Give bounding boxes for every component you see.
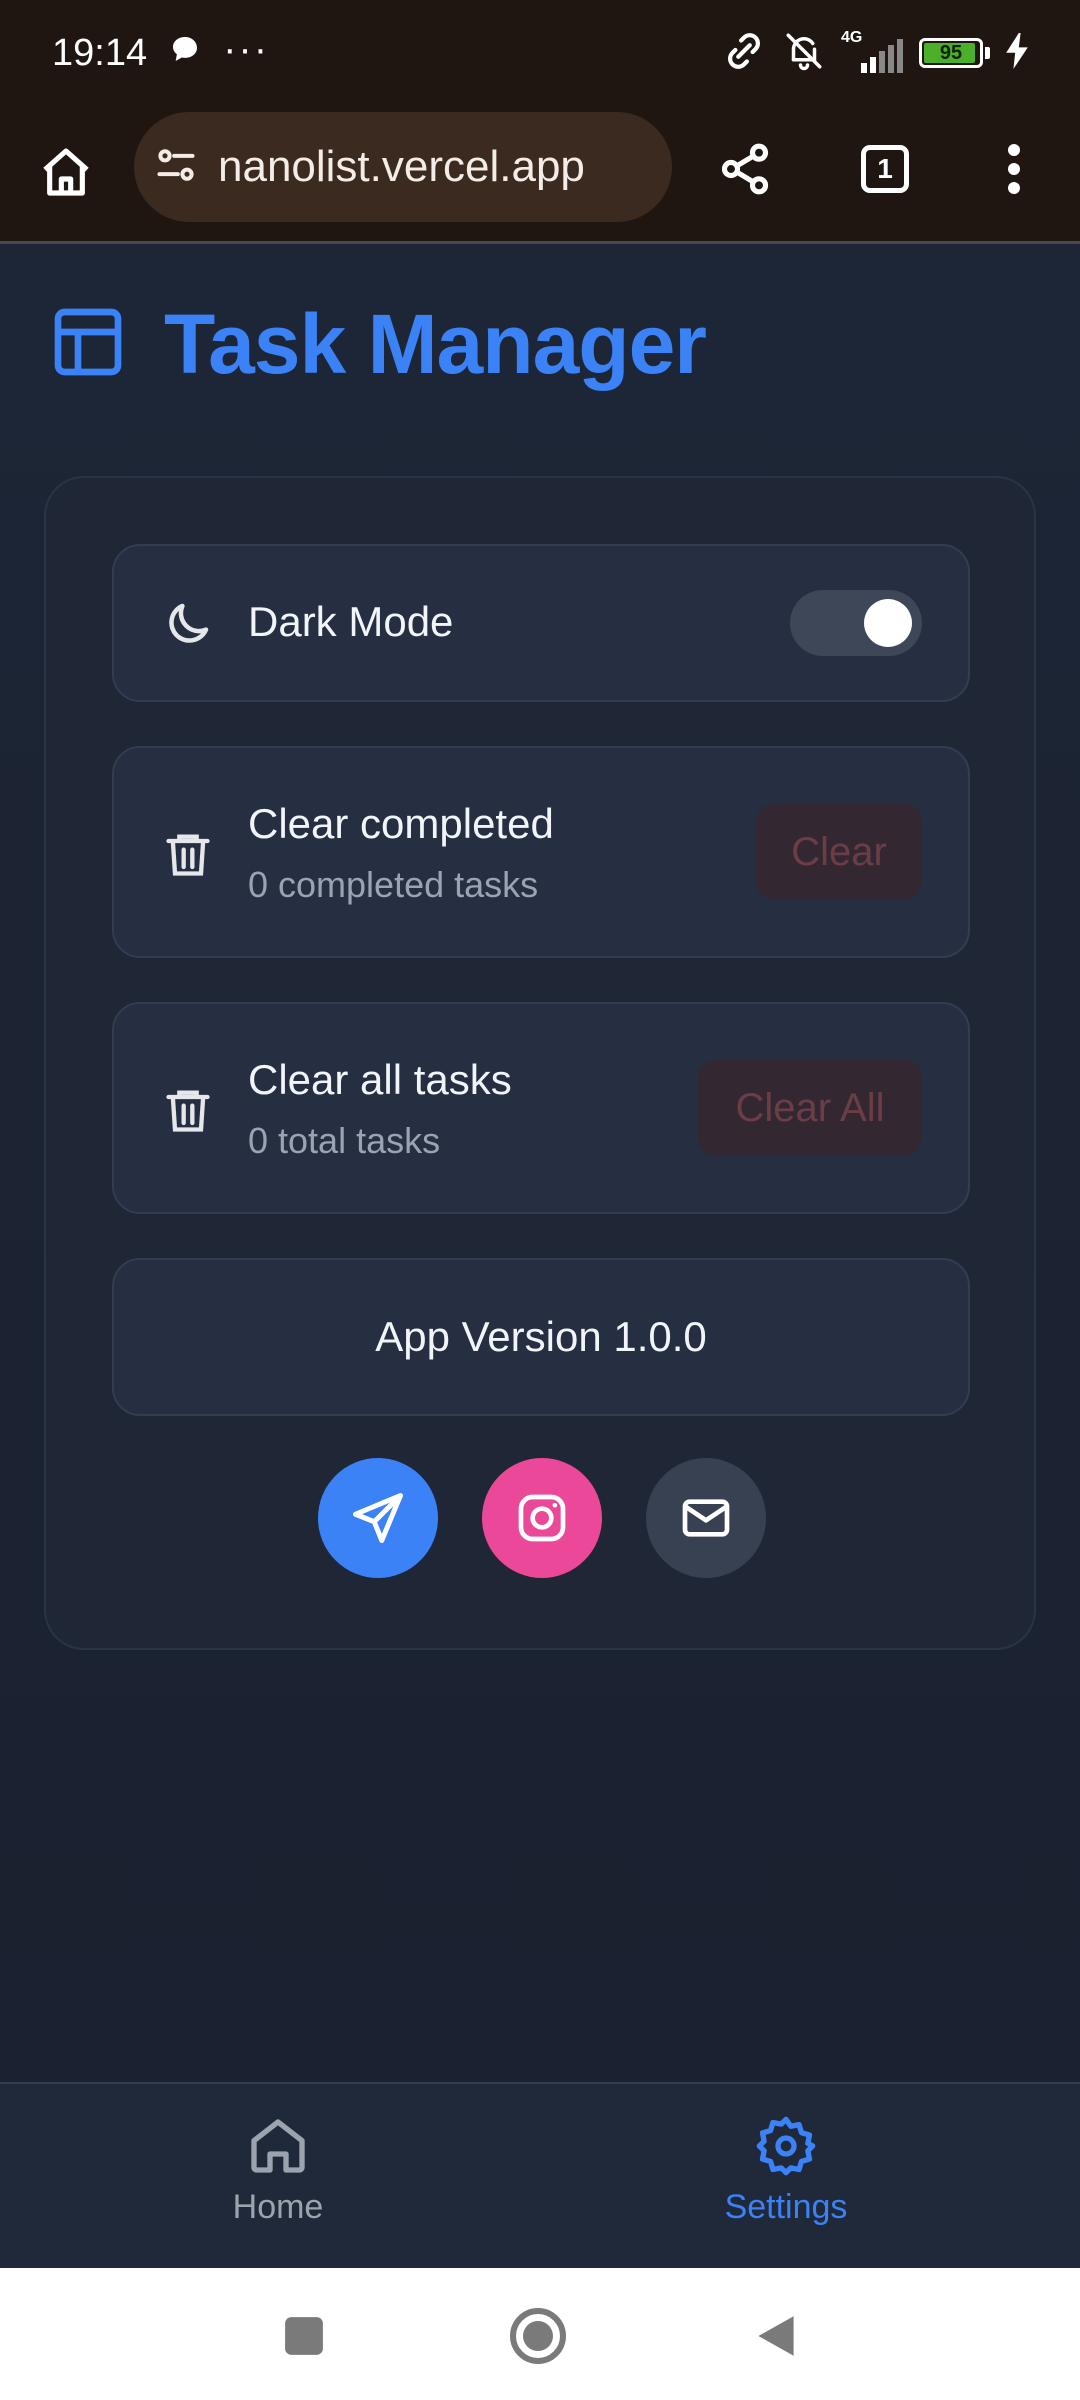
version-row: App Version 1.0.0: [112, 1258, 970, 1416]
clear-completed-row: Clear completed 0 completed tasks Clear: [112, 746, 970, 958]
clear-all-button[interactable]: Clear All: [698, 1060, 922, 1156]
mail-icon: [682, 1499, 730, 1537]
square-icon: [285, 2317, 323, 2355]
settings-card: Dark Mode Clear completed 0 completed ta…: [44, 476, 1036, 1650]
social-links: [46, 1458, 1038, 1578]
app-content: Task Manager Dark Mode Clear completed 0…: [0, 244, 1080, 2082]
screen: 19:14 ··· 4G 95 nanolist.vercel.app 1 Ta…: [0, 0, 1080, 2400]
bell-off-icon: [783, 30, 825, 77]
toggle-knob: [864, 599, 912, 647]
trash-icon: [160, 1082, 216, 1138]
layout-icon: [48, 302, 128, 387]
battery-cap: [985, 47, 990, 59]
app-title: Task Manager: [164, 297, 707, 391]
instagram-button[interactable]: [482, 1458, 602, 1578]
instagram-icon: [518, 1494, 566, 1542]
app-header: Task Manager: [48, 296, 707, 393]
url-text: nanolist.vercel.app: [218, 142, 585, 191]
tab-count: 1: [861, 145, 909, 193]
completed-count: 0 completed tasks: [248, 864, 539, 905]
home-icon: [43, 148, 89, 196]
chat-bubble-icon: [169, 32, 201, 75]
app-version: App Version 1.0.0: [375, 1313, 707, 1360]
moon-icon: [160, 596, 216, 652]
address-bar[interactable]: nanolist.vercel.app: [134, 112, 672, 222]
share-button[interactable]: [712, 136, 778, 202]
nav-settings[interactable]: Settings: [686, 2114, 886, 2227]
nav-home-label: Home: [232, 2188, 324, 2226]
system-back-button[interactable]: [746, 2306, 806, 2366]
dark-mode-toggle[interactable]: [790, 590, 922, 656]
total-count: 0 total tasks: [248, 1120, 441, 1161]
charging-icon: [1006, 32, 1028, 74]
share-icon: [721, 143, 769, 195]
network-type: 4G: [841, 29, 863, 46]
send-icon: [353, 1493, 403, 1543]
more-vertical-icon: [1008, 144, 1020, 194]
clear-completed-label: Clear completed: [248, 800, 554, 847]
clear-all-row: Clear all tasks 0 total tasks Clear All: [112, 1002, 970, 1214]
status-right: 4G 95: [721, 28, 1028, 79]
home-icon: [251, 2119, 305, 2173]
link-icon: [721, 28, 767, 79]
nav-home[interactable]: Home: [178, 2114, 378, 2227]
status-bar: 19:14 ··· 4G 95: [0, 0, 1080, 106]
battery-icon: 95: [919, 38, 983, 68]
more-notifications: ···: [223, 26, 270, 71]
clock: 19:14: [52, 31, 148, 74]
back-triangle-icon: [758, 2316, 794, 2356]
system-home-button[interactable]: [508, 2306, 568, 2366]
circle-home-icon: [510, 2308, 566, 2364]
clear-all-label: Clear all tasks: [248, 1056, 512, 1103]
site-settings-icon[interactable]: [154, 143, 198, 192]
bottom-navigation: Home Settings: [0, 2082, 1080, 2268]
telegram-button[interactable]: [318, 1458, 438, 1578]
battery-level: 95: [939, 41, 963, 64]
gear-icon: [756, 2116, 816, 2176]
browser-home-button[interactable]: [30, 136, 102, 208]
recent-apps-button[interactable]: [274, 2306, 334, 2366]
signal-icon: 4G: [841, 29, 903, 73]
dark-mode-label: Dark Mode: [248, 598, 454, 645]
trash-icon: [160, 826, 216, 882]
browser-menu-button[interactable]: [990, 136, 1038, 202]
email-button[interactable]: [646, 1458, 766, 1578]
status-left: 19:14 ···: [52, 27, 269, 75]
browser-toolbar: nanolist.vercel.app 1: [0, 106, 1080, 244]
tab-switcher-button[interactable]: 1: [852, 136, 918, 202]
nav-settings-label: Settings: [724, 2188, 848, 2226]
system-navigation: [0, 2268, 1080, 2400]
clear-completed-button[interactable]: Clear: [756, 804, 922, 900]
dark-mode-row: Dark Mode: [112, 544, 970, 702]
